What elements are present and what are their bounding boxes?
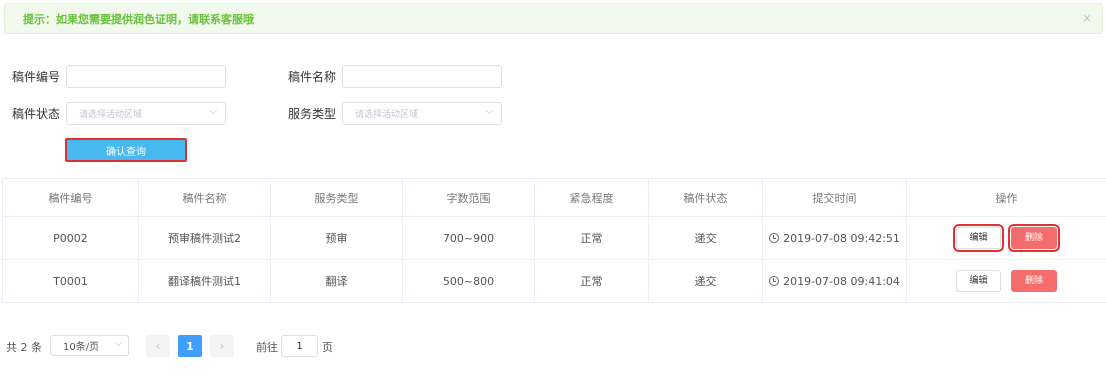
chevron-right-icon: › [219, 339, 225, 353]
cell-submit-time: 2019-07-08 09:41:04 [762, 259, 907, 303]
table-row: T0001 翻译稿件测试1 翻译 500~800 正常 递交 2019-07-0… [2, 259, 1106, 303]
close-icon[interactable]: × [1082, 11, 1092, 25]
column-header: 字数范围 [402, 178, 535, 217]
column-header: 提交时间 [762, 178, 907, 217]
service-type-select[interactable]: 请选择活动区域 ⌵ [342, 102, 502, 125]
manuscript-no-label: 稿件编号 [12, 70, 61, 84]
column-header: 紧急程度 [534, 178, 649, 217]
service-type-label: 服务类型 [288, 107, 337, 121]
manuscript-name-label: 稿件名称 [288, 70, 337, 84]
table-header-row: 稿件编号 稿件名称 服务类型 字数范围 紧急程度 稿件状态 提交时间 操作 [2, 178, 1106, 217]
cell-urgency: 正常 [534, 216, 649, 260]
cell-service-type: 翻译 [270, 259, 403, 303]
chevron-left-icon: ‹ [155, 339, 161, 353]
cell-status: 递交 [648, 216, 763, 260]
cell-status: 递交 [648, 259, 763, 303]
page-size-select[interactable]: 10条/页 ⌵ [50, 335, 129, 356]
chevron-down-icon: ⌵ [485, 106, 493, 117]
status-select-placeholder: 请选择活动区域 [79, 110, 143, 120]
tip-alert-text: 提示：如果您需要提供润色证明，请联系客服哦 [23, 12, 254, 26]
chevron-down-icon: ⌵ [209, 106, 217, 117]
goto-prefix: 前往 [256, 341, 278, 354]
column-header: 稿件名称 [138, 178, 271, 217]
table-row: P0002 预审稿件测试2 预审 700~900 正常 递交 2019-07-0… [2, 216, 1106, 260]
manuscript-no-input[interactable] [66, 65, 226, 88]
edit-button[interactable]: 编辑 [953, 224, 1004, 252]
delete-button[interactable]: 删除 [1008, 224, 1060, 252]
clock-icon [769, 275, 780, 286]
cell-manuscript-no: T0001 [2, 259, 139, 303]
cell-manuscript-name: 预审稿件测试2 [138, 216, 271, 260]
cell-submit-time: 2019-07-08 09:42:51 [762, 216, 907, 260]
submit-time-text: 2019-07-08 09:41:04 [783, 274, 900, 288]
delete-button[interactable]: 删除 [1011, 270, 1057, 292]
next-page-button[interactable]: › [210, 335, 234, 357]
column-header: 稿件编号 [2, 178, 139, 217]
goto-suffix: 页 [322, 341, 333, 354]
column-header: 稿件状态 [648, 178, 763, 217]
tip-alert: 提示：如果您需要提供润色证明，请联系客服哦 × [4, 3, 1103, 34]
column-header: 服务类型 [270, 178, 403, 217]
chevron-down-icon: ⌵ [115, 339, 122, 349]
cell-word-range: 700~900 [402, 216, 535, 260]
goto-page-input[interactable] [281, 335, 318, 357]
cell-manuscript-name: 翻译稿件测试1 [138, 259, 271, 303]
clock-icon [769, 232, 780, 243]
cell-urgency: 正常 [534, 259, 649, 303]
confirm-query-button[interactable]: 确认查询 [65, 138, 187, 162]
status-label: 稿件状态 [12, 107, 61, 121]
manuscript-table: 稿件编号 稿件名称 服务类型 字数范围 紧急程度 稿件状态 提交时间 操作 P0… [2, 178, 1106, 303]
cell-manuscript-no: P0002 [2, 216, 139, 260]
column-header: 操作 [906, 178, 1106, 217]
prev-page-button[interactable]: ‹ [146, 335, 170, 357]
status-select[interactable]: 请选择活动区域 ⌵ [66, 102, 226, 125]
service-type-select-placeholder: 请选择活动区域 [355, 110, 419, 120]
page-size-value: 10条/页 [63, 342, 100, 353]
cell-service-type: 预审 [270, 216, 403, 260]
cell-actions: 编辑 删除 [906, 259, 1106, 303]
manuscript-name-input[interactable] [342, 65, 502, 88]
cell-word-range: 500~800 [402, 259, 535, 303]
page-number-button[interactable]: 1 [178, 335, 202, 357]
edit-button[interactable]: 编辑 [956, 270, 1001, 292]
cell-actions: 编辑 删除 [906, 216, 1106, 260]
pagination-total: 共 2 条 [6, 341, 42, 354]
submit-time-text: 2019-07-08 09:42:51 [783, 231, 900, 245]
